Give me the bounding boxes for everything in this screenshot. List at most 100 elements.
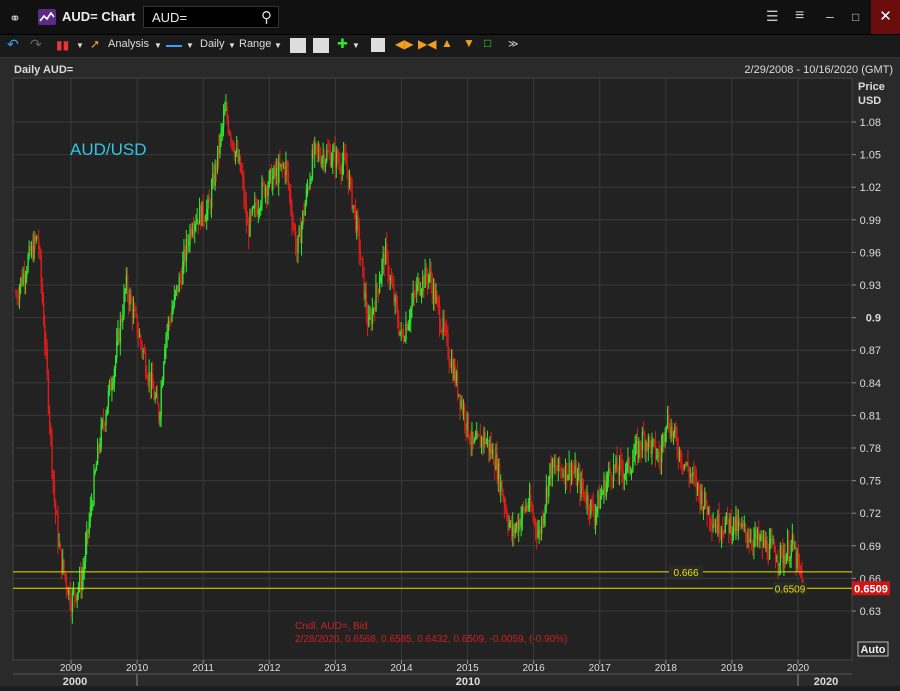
- candle-body: [314, 142, 316, 156]
- more-chevrons-icon[interactable]: ≫: [508, 39, 518, 50]
- candle-body: [394, 296, 396, 303]
- candle-body: [146, 373, 148, 379]
- ric-search-input[interactable]: AUD= ⚲: [143, 6, 279, 28]
- scroll-right-icon[interactable]: ▶◀: [418, 37, 436, 51]
- ric-search-value[interactable]: AUD=: [152, 10, 187, 25]
- candle-body: [305, 189, 308, 204]
- chart-annotation-label[interactable]: AUD/USD: [70, 140, 147, 159]
- candle-body: [512, 525, 514, 537]
- candle-body: [159, 414, 161, 420]
- candle-body: [715, 525, 717, 528]
- candle-body: [571, 470, 573, 481]
- candle-body: [548, 476, 550, 497]
- price-tick-label: 0.99: [860, 215, 881, 227]
- tree-layout-icon[interactable]: ☰: [766, 8, 779, 25]
- calendar-icon[interactable]: [371, 38, 385, 52]
- candle-body: [69, 588, 71, 606]
- candle-body: [452, 360, 454, 380]
- auto-scale-label[interactable]: Auto: [860, 644, 885, 656]
- compare-chart-icon[interactable]: [313, 38, 329, 53]
- candle-body: [707, 507, 710, 515]
- analysis-icon[interactable]: ➚: [90, 37, 100, 51]
- chevron-down-icon[interactable]: ▼: [274, 41, 282, 50]
- candle-body: [289, 185, 291, 194]
- minimize-icon[interactable]: –: [826, 8, 834, 24]
- redo-icon[interactable]: ↷: [30, 36, 42, 53]
- candle-body: [247, 224, 249, 226]
- candle-body: [19, 287, 21, 299]
- candle-body: [257, 210, 260, 215]
- maximize-icon[interactable]: □: [852, 10, 859, 24]
- undo-icon[interactable]: ↶: [7, 36, 19, 53]
- candle-body: [166, 330, 168, 337]
- candle-body: [682, 465, 684, 469]
- candle-body: [343, 153, 345, 164]
- candle-body: [748, 539, 750, 543]
- candle-body: [231, 140, 233, 142]
- line-chart-icon[interactable]: [290, 38, 306, 53]
- candle-body: [641, 432, 644, 450]
- candle-body: [158, 404, 160, 420]
- chevron-down-icon[interactable]: ▼: [352, 41, 360, 50]
- candle-body: [94, 470, 96, 473]
- zoom-vertical-icon[interactable]: ▲: [441, 36, 453, 50]
- candle-body: [451, 360, 453, 368]
- candle-body: [635, 440, 638, 445]
- candle-body: [416, 284, 418, 294]
- candle-body: [433, 284, 435, 299]
- candle-body: [530, 494, 532, 508]
- candle-body: [255, 202, 257, 209]
- chevron-down-icon[interactable]: ▼: [228, 41, 236, 50]
- candle-body: [315, 142, 317, 145]
- candle-body: [535, 519, 537, 530]
- candle-body: [116, 340, 118, 359]
- chevron-down-icon[interactable]: ▼: [154, 41, 162, 50]
- fit-vertical-icon[interactable]: ▼: [463, 36, 475, 50]
- search-icon[interactable]: ⚲: [261, 8, 272, 26]
- candle-body: [284, 166, 286, 176]
- interval-button[interactable]: Daily: [200, 38, 224, 50]
- link-icon[interactable]: ⚭: [6, 9, 24, 27]
- range-button[interactable]: Range: [239, 38, 271, 50]
- analysis-button[interactable]: Analysis: [108, 38, 149, 50]
- candle-body: [249, 212, 251, 237]
- candle-body: [172, 305, 174, 312]
- candle-body: [775, 551, 777, 562]
- hamburger-menu-icon[interactable]: ≡: [795, 7, 804, 25]
- horizontal-line-label: 0.6509: [775, 584, 806, 595]
- candle-body: [495, 454, 497, 470]
- candle-body: [370, 315, 372, 325]
- candle-body: [517, 522, 519, 532]
- candle-body: [86, 529, 88, 544]
- candle-body: [49, 410, 51, 427]
- candle-body: [503, 498, 506, 507]
- candle-body: [301, 225, 303, 244]
- candle-body: [125, 274, 128, 290]
- chevron-down-icon[interactable]: ▼: [76, 41, 84, 50]
- candle-body: [40, 254, 42, 284]
- candle-body: [769, 541, 771, 560]
- candle-body: [703, 506, 705, 511]
- zoom-box-icon[interactable]: □: [484, 36, 491, 50]
- close-icon[interactable]: ✕: [871, 0, 900, 34]
- candle-body: [73, 589, 75, 592]
- candle-body: [365, 292, 368, 314]
- candle-body: [89, 506, 92, 521]
- candle-body: [333, 148, 335, 151]
- scroll-left-icon[interactable]: ◀▶: [395, 37, 413, 51]
- crosshair-icon[interactable]: ✚: [337, 36, 348, 52]
- chevron-down-icon[interactable]: ▼: [186, 41, 194, 50]
- candle-body: [65, 577, 68, 589]
- price-chart[interactable]: Daily AUD= 2/29/2008 - 10/16/2020 (GMT) …: [0, 58, 900, 688]
- candle-body: [344, 153, 346, 158]
- candlestick-icon[interactable]: ▮▮: [56, 38, 69, 52]
- candle-body: [686, 462, 688, 466]
- candle-body: [779, 545, 782, 564]
- line-style-icon[interactable]: [166, 45, 182, 47]
- year-tick-label: 2017: [589, 663, 612, 674]
- candle-body: [236, 148, 238, 152]
- year-tick-label: 2011: [192, 663, 214, 674]
- candle-body: [573, 470, 575, 473]
- candle-body: [227, 119, 230, 132]
- candle-body: [509, 521, 512, 524]
